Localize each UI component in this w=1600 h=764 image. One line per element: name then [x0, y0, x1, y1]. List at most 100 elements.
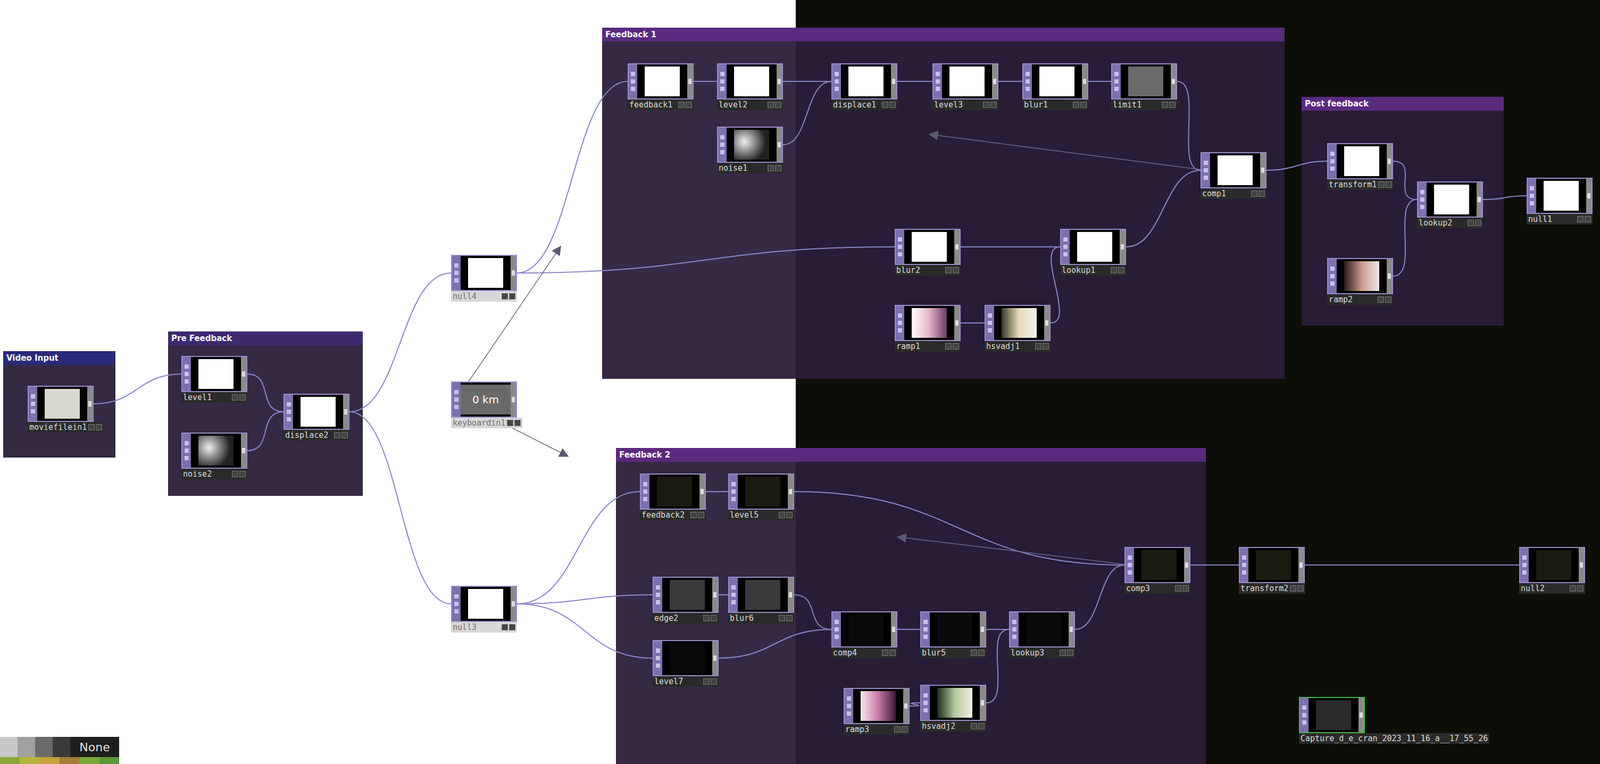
output-connector[interactable]: [1387, 158, 1391, 164]
operator-node[interactable]: null1: [1526, 177, 1593, 225]
node-body[interactable]: [1327, 257, 1394, 295]
input-connector[interactable]: [923, 627, 928, 632]
operator-node[interactable]: hsvadj2: [920, 684, 987, 732]
flag-box[interactable]: [1067, 649, 1074, 656]
wire[interactable]: [693, 80, 718, 82]
operator-node[interactable]: hsvadj1: [984, 304, 1051, 352]
input-connector[interactable]: [846, 711, 852, 716]
node-body[interactable]: [181, 355, 248, 393]
input-connector[interactable]: [184, 440, 189, 446]
node-label[interactable]: noise1: [718, 163, 748, 173]
input-connector[interactable]: [720, 142, 725, 147]
input-connector[interactable]: [1522, 555, 1527, 560]
input-connector[interactable]: [846, 696, 852, 701]
output-connector[interactable]: [1299, 562, 1303, 568]
input-connector[interactable]: [1242, 555, 1247, 560]
input-connector[interactable]: [454, 389, 459, 395]
input-connector[interactable]: [454, 270, 459, 275]
input-connector[interactable]: [1420, 189, 1425, 195]
input-connector[interactable]: [1302, 705, 1307, 710]
flag-box[interactable]: [978, 649, 985, 656]
network-box-title[interactable]: Feedback 2: [615, 447, 1206, 462]
flag-box[interactable]: [1385, 181, 1393, 188]
input-connector[interactable]: [897, 313, 903, 318]
flag-box[interactable]: [1251, 190, 1258, 197]
node-body[interactable]: [451, 254, 518, 291]
input-connector[interactable]: [454, 601, 459, 606]
color-swatch[interactable]: [17, 736, 36, 757]
input-connector[interactable]: [834, 634, 839, 639]
flag-box[interactable]: [501, 623, 508, 631]
flag-box[interactable]: [1385, 296, 1392, 303]
node-body[interactable]: [932, 63, 999, 100]
input-connector[interactable]: [454, 609, 459, 614]
input-connector[interactable]: [731, 489, 736, 494]
input-connector[interactable]: [1330, 281, 1335, 286]
node-label[interactable]: level5: [729, 510, 759, 520]
node-body[interactable]: [1298, 696, 1365, 733]
node-label[interactable]: level1: [182, 392, 212, 403]
input-connector[interactable]: [935, 79, 940, 84]
node-label[interactable]: blur1: [1023, 100, 1048, 110]
node-label[interactable]: ramp2: [1328, 294, 1353, 305]
input-connector[interactable]: [834, 86, 839, 91]
wire[interactable]: [1126, 170, 1201, 247]
input-connector[interactable]: [1529, 186, 1535, 191]
node-body[interactable]: [920, 684, 987, 721]
flag-box[interactable]: [1467, 219, 1474, 227]
node-label[interactable]: comp3: [1126, 583, 1150, 594]
node-label[interactable]: keyboardin1: [452, 418, 506, 428]
node-body[interactable]: [1526, 177, 1593, 214]
input-connector[interactable]: [987, 320, 993, 325]
node-body[interactable]: [1327, 143, 1394, 180]
operator-node[interactable]: noise2: [181, 432, 248, 480]
operator-node[interactable]: lookup2: [1417, 181, 1483, 229]
output-connector[interactable]: [777, 142, 781, 148]
output-connector[interactable]: [700, 488, 704, 495]
operator-node[interactable]: level7: [652, 639, 719, 687]
flag-box[interactable]: [509, 623, 516, 631]
flag-box[interactable]: [239, 394, 246, 401]
node-label[interactable]: transform2: [1240, 583, 1289, 594]
flag-box[interactable]: [506, 419, 514, 427]
input-connector[interactable]: [846, 703, 852, 708]
node-body[interactable]: [984, 304, 1051, 341]
node-label[interactable]: ramp1: [896, 341, 921, 352]
wire[interactable]: [1177, 81, 1201, 171]
node-body[interactable]: [831, 611, 898, 648]
input-connector[interactable]: [897, 252, 903, 257]
flag-box[interactable]: [1584, 215, 1591, 223]
input-connector[interactable]: [655, 648, 661, 653]
operator-node[interactable]: ramp2: [1327, 257, 1394, 305]
output-connector[interactable]: [242, 447, 246, 454]
flag-box[interactable]: [952, 343, 960, 350]
input-connector[interactable]: [923, 707, 928, 713]
input-connector[interactable]: [184, 364, 189, 369]
input-connector[interactable]: [935, 71, 940, 77]
input-connector[interactable]: [897, 320, 903, 325]
flag-box[interactable]: [778, 511, 786, 519]
wire[interactable]: [1393, 161, 1418, 200]
color-swatch[interactable]: [19, 756, 40, 764]
input-connector[interactable]: [286, 417, 291, 422]
flag-box[interactable]: [501, 293, 508, 300]
output-connector[interactable]: [511, 396, 515, 403]
output-connector[interactable]: [1120, 244, 1124, 250]
output-connector[interactable]: [1069, 626, 1073, 632]
input-connector[interactable]: [1420, 204, 1425, 210]
operator-node[interactable]: Capture_d_e_cran_2023_11_16_a__17_55_26: [1298, 696, 1490, 744]
flag-box[interactable]: [1297, 585, 1304, 592]
color-swatch[interactable]: [39, 756, 60, 764]
wire[interactable]: [247, 373, 284, 412]
wire[interactable]: [1075, 564, 1125, 630]
output-connector[interactable]: [1477, 196, 1481, 203]
flag-box[interactable]: [881, 649, 889, 656]
wire[interactable]: [517, 594, 653, 604]
input-connector[interactable]: [1302, 720, 1307, 725]
network-box-title[interactable]: Post feedback: [1301, 96, 1504, 111]
wire[interactable]: [517, 603, 653, 658]
input-connector[interactable]: [834, 71, 839, 77]
input-connector[interactable]: [655, 585, 661, 590]
node-label[interactable]: blur6: [729, 613, 754, 623]
operator-node[interactable]: blur1: [1022, 63, 1089, 111]
